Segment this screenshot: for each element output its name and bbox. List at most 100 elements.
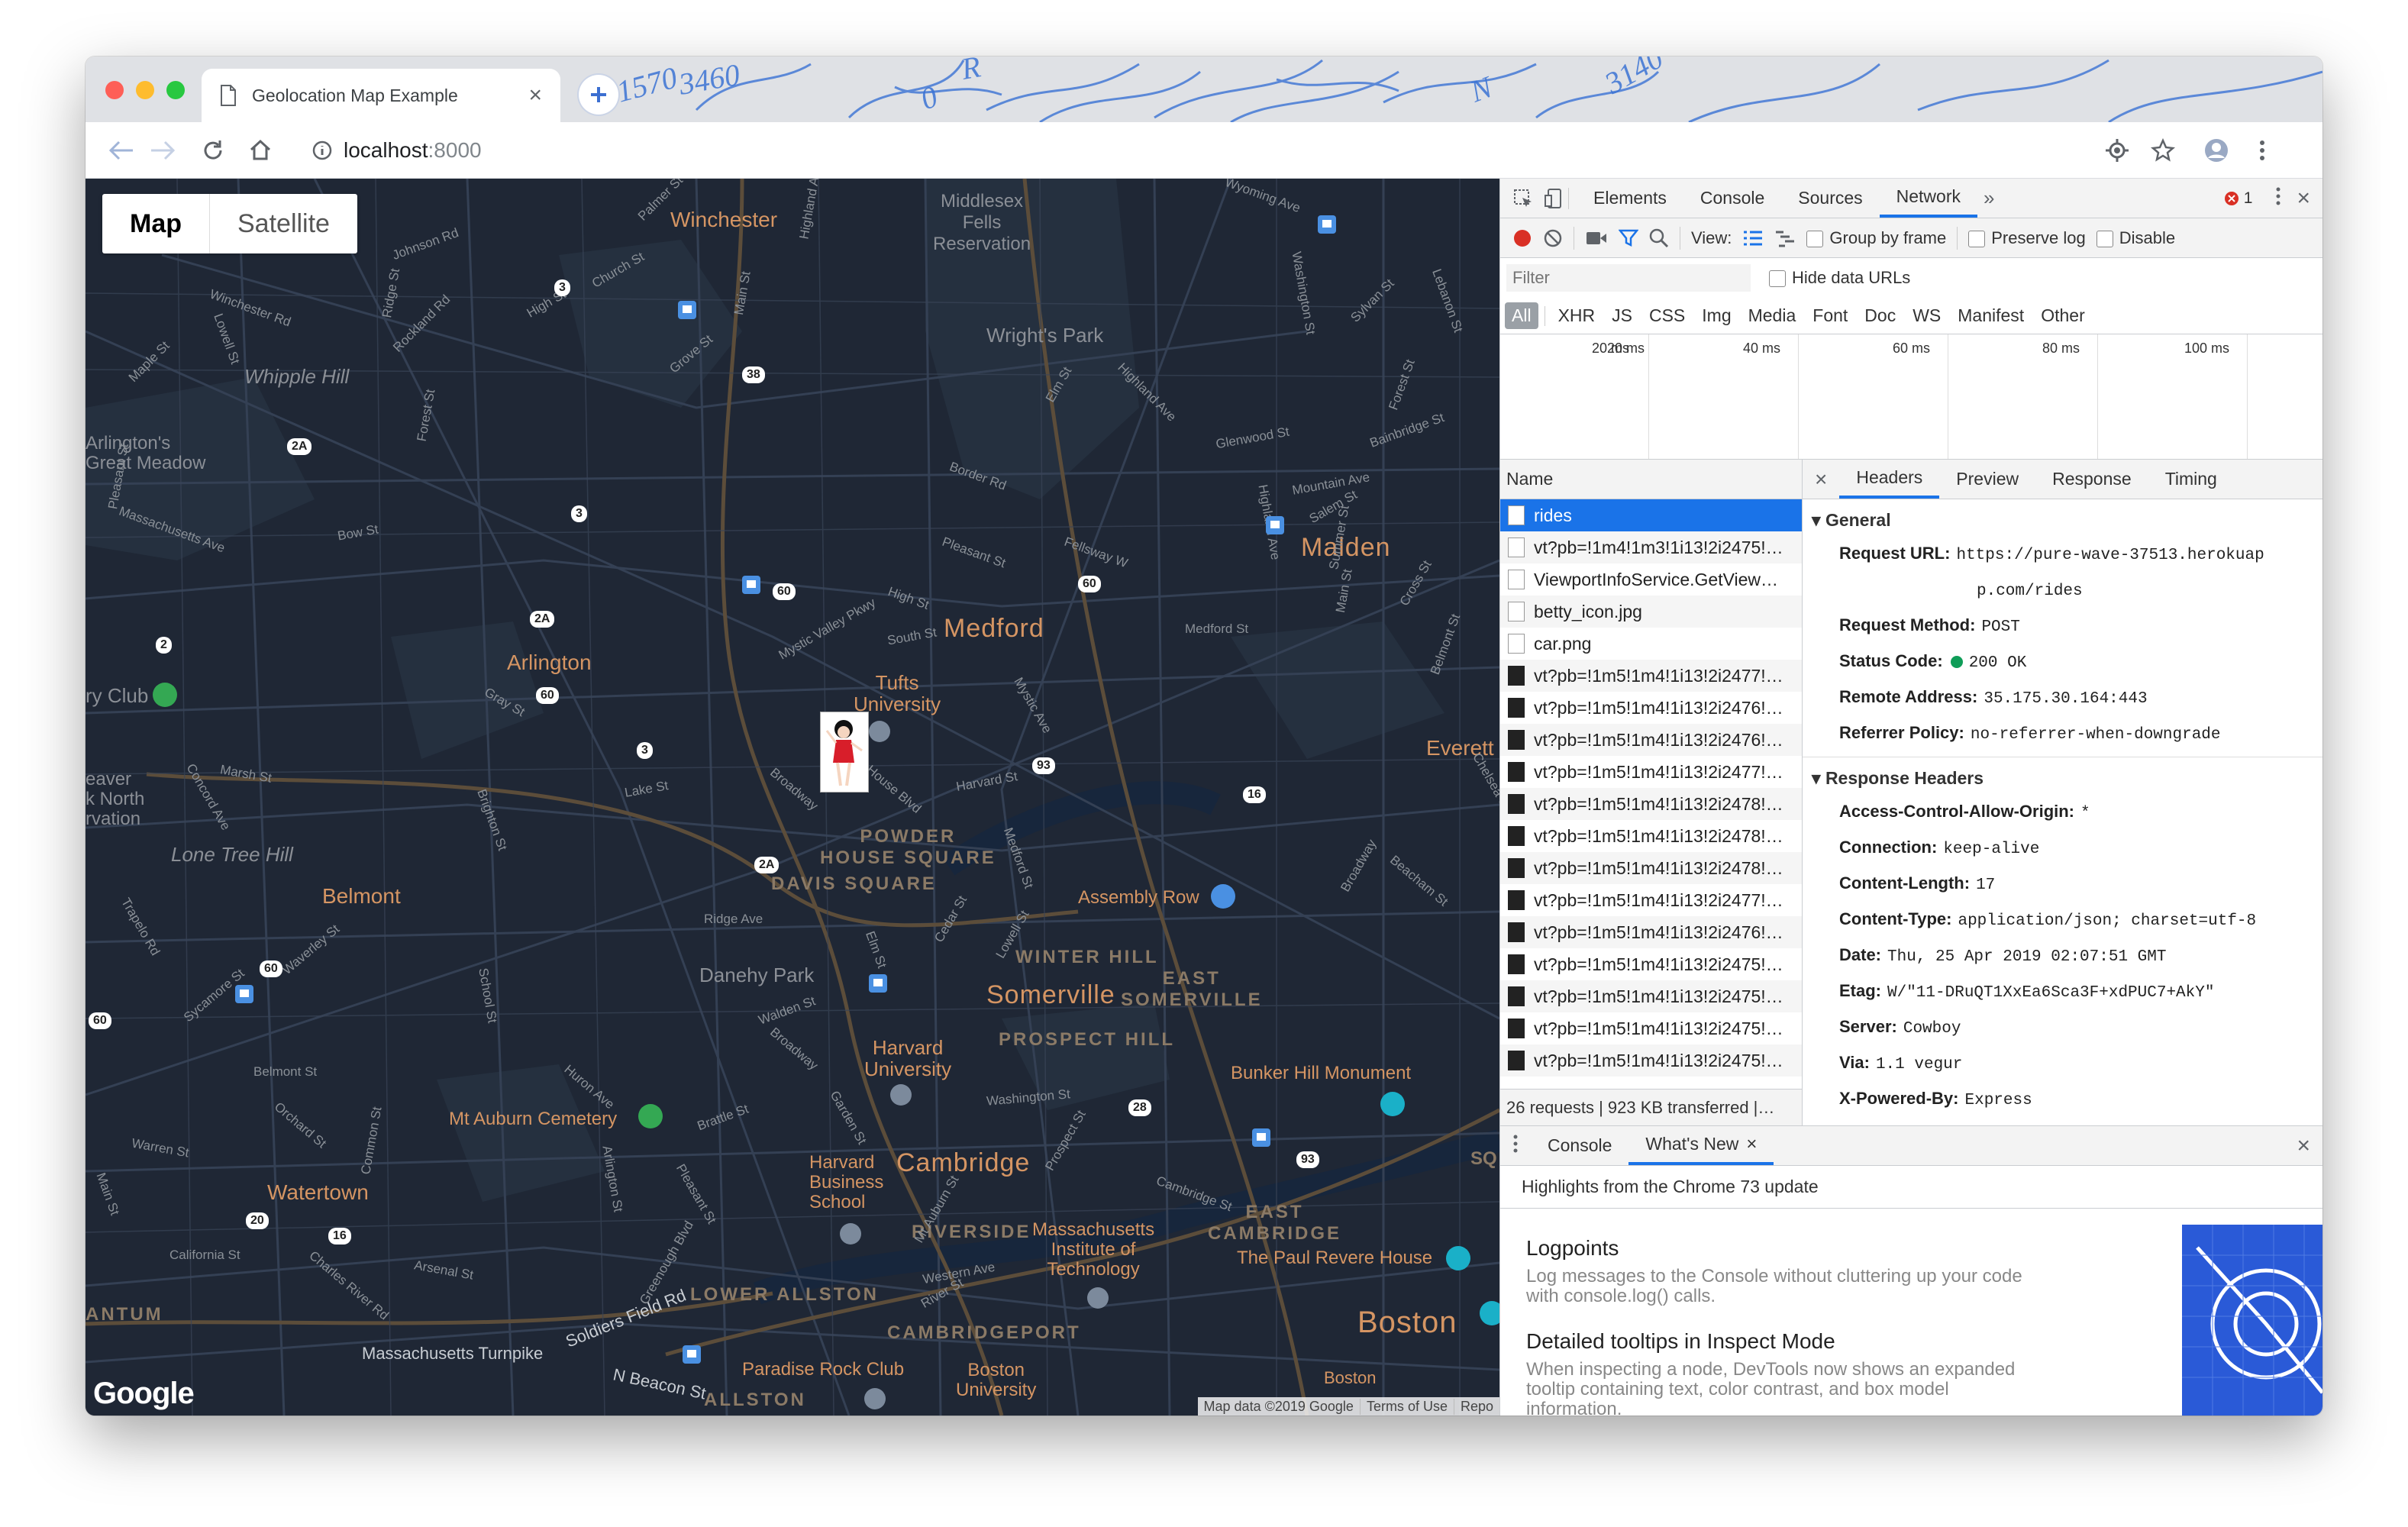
close-drawer-icon[interactable]: ×	[2297, 1133, 2322, 1159]
waterfall-view-icon[interactable]	[1774, 229, 1796, 247]
request-row[interactable]: rides	[1500, 499, 1802, 531]
map-label: Mt Auburn Cemetery	[449, 1109, 618, 1129]
request-row[interactable]: vt?pb=!1m5!1m4!1i13!2i2477!…	[1500, 756, 1802, 788]
status-ok-icon	[1950, 656, 1963, 669]
request-row[interactable]: vt?pb=!1m5!1m4!1i13!2i2475!…	[1500, 1012, 1802, 1044]
group-by-frame-checkbox[interactable]: Group by frame	[1806, 228, 1946, 248]
filter-xhr[interactable]: XHR	[1551, 302, 1603, 329]
info-icon[interactable]	[311, 140, 333, 161]
new-tab-button[interactable]	[579, 75, 618, 115]
filter-media[interactable]: Media	[1741, 302, 1803, 329]
filter-ws[interactable]: WS	[1906, 302, 1948, 329]
header-value: Thu, 25 Apr 2019 02:07:51 GMT	[1887, 948, 2167, 966]
report-link[interactable]: Repo	[1453, 1398, 1499, 1415]
tab-geolocation[interactable]: Geolocation Map Example ×	[202, 69, 560, 122]
more-tabs-icon[interactable]: »	[1977, 186, 2000, 210]
device-toolbar-button[interactable]	[1538, 187, 1569, 209]
document-file-icon	[1508, 890, 1525, 910]
request-row[interactable]: vt?pb=!1m5!1m4!1i13!2i2476!…	[1500, 692, 1802, 724]
menu-button[interactable]	[2246, 134, 2278, 166]
response-headers-title: Response Headers	[1825, 768, 1984, 788]
general-section-toggle[interactable]: ▾ General	[1803, 499, 2322, 537]
map-type-satellite-button[interactable]: Satellite	[210, 194, 357, 253]
back-button[interactable]	[105, 134, 137, 166]
response-headers-toggle[interactable]: ▾ Response Headers	[1803, 757, 2322, 795]
request-row[interactable]: vt?pb=!1m5!1m4!1i13!2i2477!…	[1500, 660, 1802, 692]
drawer-menu-icon[interactable]	[1500, 1134, 1531, 1157]
filter-other[interactable]: Other	[2034, 302, 2092, 329]
request-row[interactable]: vt?pb=!1m5!1m4!1i13!2i2476!…	[1500, 724, 1802, 756]
header-key: Etag:	[1839, 981, 1881, 1000]
filter-manifest[interactable]: Manifest	[1951, 302, 2031, 329]
bookmark-button[interactable]	[2147, 134, 2179, 166]
minimize-window-button[interactable]	[136, 81, 154, 99]
tab-sources[interactable]: Sources	[1781, 179, 1879, 218]
filter-icon[interactable]	[1619, 228, 1638, 248]
preserve-log-checkbox[interactable]: Preserve log	[1968, 228, 2086, 248]
reload-button[interactable]	[197, 134, 229, 166]
google-map[interactable]: Map Satellite Winchester Middlesex Fells…	[86, 179, 1499, 1416]
address-bar[interactable]: localhost:8000	[311, 134, 482, 166]
search-icon[interactable]	[1649, 228, 1669, 248]
hide-data-urls-checkbox[interactable]: Hide data URLs	[1769, 268, 1910, 288]
filter-input[interactable]	[1506, 264, 1751, 292]
map-label: Boston	[1357, 1306, 1457, 1339]
map-type-map-button[interactable]: Map	[102, 194, 210, 253]
clear-icon[interactable]	[1543, 228, 1563, 248]
request-row[interactable]: vt?pb=!1m5!1m4!1i13!2i2478!…	[1500, 852, 1802, 884]
disable-cache-checkbox[interactable]: Disable	[2096, 228, 2175, 248]
close-whats-new-icon[interactable]: ×	[1746, 1134, 1757, 1155]
tab-headers[interactable]: Headers	[1839, 460, 1940, 499]
header-value: 1.1 vegur	[1875, 1056, 1963, 1073]
screenshot-icon[interactable]	[1585, 229, 1608, 247]
request-row[interactable]: vt?pb=!1m5!1m4!1i13!2i2475!…	[1500, 1044, 1802, 1077]
request-row[interactable]: vt?pb=!1m5!1m4!1i13!2i2475!…	[1500, 948, 1802, 980]
list-view-icon[interactable]	[1742, 229, 1764, 247]
devtools-menu-icon[interactable]	[2252, 186, 2297, 210]
inspect-element-button[interactable]	[1508, 189, 1538, 208]
request-row[interactable]: vt?pb=!1m5!1m4!1i13!2i2477!…	[1500, 884, 1802, 916]
request-row[interactable]: vt?pb=!1m5!1m4!1i13!2i2475!…	[1500, 980, 1802, 1012]
network-timeline[interactable]: 20 ms 20 ms 40 ms 60 ms 80 ms 100 ms	[1500, 334, 2322, 460]
request-row[interactable]: betty_icon.jpg	[1500, 596, 1802, 628]
filter-js[interactable]: JS	[1605, 302, 1639, 329]
filter-doc[interactable]: Doc	[1858, 302, 1903, 329]
request-row[interactable]: car.png	[1500, 628, 1802, 660]
filter-img[interactable]: Img	[1695, 302, 1738, 329]
close-devtools-icon[interactable]: ×	[2297, 186, 2322, 211]
drawer-tab-whats-new[interactable]: What's New ×	[1628, 1126, 1774, 1165]
tab-console[interactable]: Console	[1683, 179, 1781, 218]
header-row: Content-Type: application/json; charset=u…	[1803, 902, 2322, 938]
highway-shield: 60	[260, 960, 282, 977]
profile-button[interactable]	[2200, 134, 2232, 166]
tab-preview[interactable]: Preview	[1939, 460, 2035, 499]
tab-response[interactable]: Response	[2035, 460, 2148, 499]
home-button[interactable]	[244, 134, 276, 166]
close-tab-icon[interactable]: ×	[528, 82, 542, 108]
maximize-window-button[interactable]	[166, 81, 185, 99]
street-label: Medford St	[1185, 621, 1249, 636]
request-row[interactable]: vt?pb=!1m5!1m4!1i13!2i2478!…	[1500, 788, 1802, 820]
filter-css[interactable]: CSS	[1642, 302, 1692, 329]
request-row[interactable]: vt?pb=!1m5!1m4!1i13!2i2476!…	[1500, 916, 1802, 948]
betty-marker[interactable]	[820, 712, 869, 793]
record-icon[interactable]	[1512, 228, 1532, 248]
drawer-tab-console[interactable]: Console	[1531, 1126, 1628, 1165]
terms-link[interactable]: Terms of Use	[1359, 1398, 1454, 1415]
close-window-button[interactable]	[105, 81, 124, 99]
location-button[interactable]	[2101, 134, 2133, 166]
forward-button[interactable]	[147, 134, 179, 166]
filter-font[interactable]: Font	[1806, 302, 1854, 329]
name-column-header[interactable]: Name	[1500, 460, 1803, 499]
tab-network[interactable]: Network	[1879, 179, 1977, 218]
tab-elements[interactable]: Elements	[1577, 179, 1683, 218]
tab-timing[interactable]: Timing	[2148, 460, 2234, 499]
close-details-icon[interactable]: ×	[1803, 467, 1839, 492]
request-row[interactable]: vt?pb=!1m5!1m4!1i13!2i2478!…	[1500, 820, 1802, 852]
error-counter[interactable]: 1	[2224, 189, 2252, 208]
request-name: vt?pb=!1m4!1m3!1i13!2i2475!…	[1534, 537, 1783, 557]
request-row[interactable]: vt?pb=!1m4!1m3!1i13!2i2475!…	[1500, 531, 1802, 563]
street-label: Ridge Ave	[704, 912, 763, 926]
filter-all[interactable]: All	[1505, 302, 1538, 329]
request-row[interactable]: ViewportInfoService.GetView…	[1500, 563, 1802, 596]
